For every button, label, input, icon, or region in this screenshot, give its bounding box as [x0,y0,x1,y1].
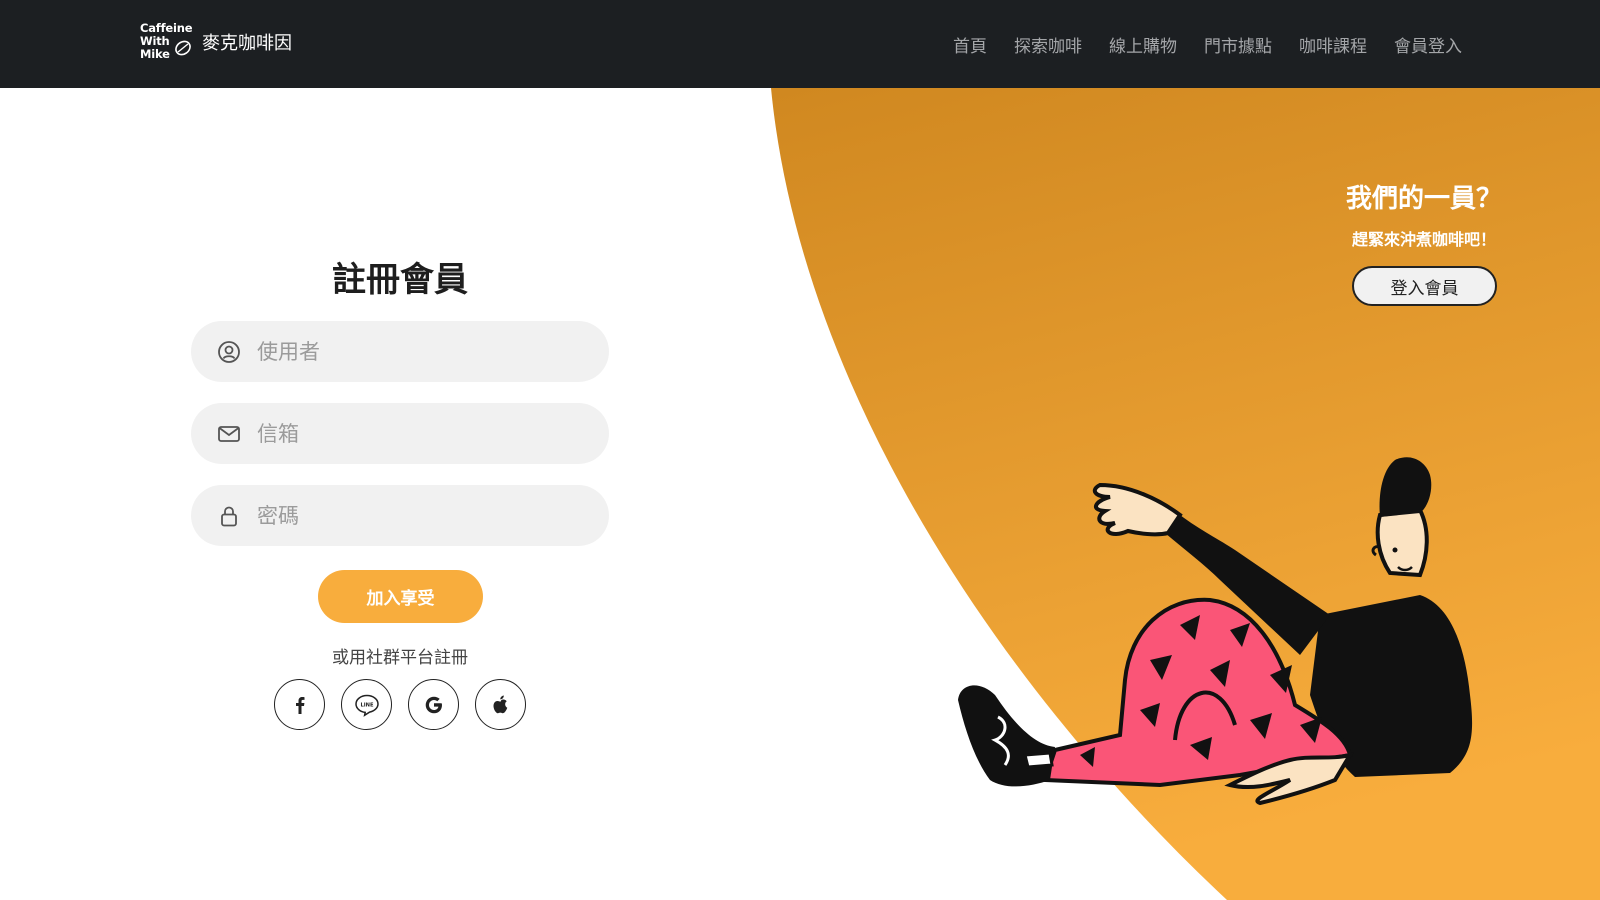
main-nav: 首頁 探索咖啡 線上購物 門市據點 咖啡課程 會員登入 [953,0,1462,88]
apple-signup-button[interactable] [475,679,526,730]
social-signup-buttons: LINE [274,679,526,730]
illustration-hand [1092,482,1183,537]
password-field [191,485,609,546]
nav-link-home[interactable]: 首頁 [953,32,987,57]
member-promo-title: 我們的一員？ [1345,184,1502,214]
nav-link-coffee-courses[interactable]: 咖啡課程 [1299,32,1367,57]
member-login-button[interactable]: 登入會員 [1352,266,1497,306]
line-icon: LINE [354,694,379,717]
illustration-head [1375,507,1429,578]
nav-link-member-login[interactable]: 會員登入 [1394,32,1462,57]
coffee-bean-icon [175,40,191,56]
user-circle-icon [218,341,240,363]
illustration-hair [1379,457,1432,517]
facebook-signup-button[interactable] [274,679,325,730]
google-signup-button[interactable] [408,679,459,730]
join-submit-button[interactable]: 加入享受 [318,570,483,623]
lock-icon [221,506,237,527]
illustration-shoe [958,685,1055,787]
member-promo-subtitle: 趕緊來沖煮咖啡吧！ [1351,230,1496,249]
line-icon-text: LINE [360,702,374,708]
email-field [191,403,609,464]
signup-title: 註冊會員 [332,260,468,300]
nav-link-explore-coffee[interactable]: 探索咖啡 [1014,32,1082,57]
sitting-person-illustration [958,457,1473,806]
brand-home-link[interactable]: Caffeine With Mike 麥克咖啡因 [140,22,292,62]
nav-link-online-shop[interactable]: 線上購物 [1109,32,1177,57]
brand-logo: Caffeine With Mike [140,22,194,62]
nav-link-store-locations[interactable]: 門市據點 [1204,32,1272,57]
line-signup-button[interactable]: LINE [341,679,392,730]
email-input[interactable] [257,403,587,464]
social-signup-caption: 或用社群平台註冊 [332,648,468,668]
apple-icon [493,695,507,713]
facebook-icon [295,696,304,714]
google-icon [425,696,442,713]
username-input[interactable] [257,321,587,382]
envelope-icon [218,426,240,442]
password-input[interactable] [257,485,587,546]
brand-name: 麥克咖啡因 [202,33,292,54]
top-navbar: Caffeine With Mike 麥克咖啡因 首頁 探索咖啡 線上購物 門市… [0,0,1600,88]
username-field [191,321,609,382]
